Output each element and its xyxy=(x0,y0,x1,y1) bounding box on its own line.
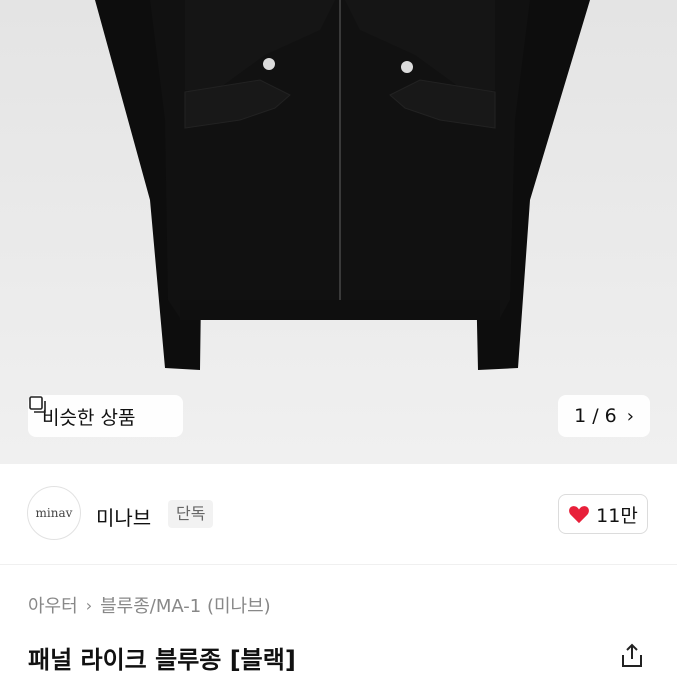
share-icon[interactable] xyxy=(618,642,646,670)
divider xyxy=(0,564,677,565)
similar-products-icon xyxy=(29,396,46,413)
heart-icon xyxy=(569,506,590,524)
similar-products-button[interactable]: 비슷한 상품 xyxy=(28,395,183,437)
exclusive-badge: 단독 xyxy=(168,500,214,528)
chevron-right-icon: › xyxy=(626,405,634,427)
product-image-carousel[interactable]: 비슷한 상품 1 / 6 › xyxy=(0,0,677,464)
image-counter-button[interactable]: 1 / 6 › xyxy=(558,395,650,437)
product-title: 패널 라이크 블루종 [블랙] xyxy=(28,646,296,674)
similar-products-label: 비슷한 상품 xyxy=(42,406,136,429)
like-count: 11만 xyxy=(596,504,638,527)
image-counter: 1 / 6 xyxy=(574,405,617,427)
breadcrumb: 아우터 › 블루종/MA-1 (미나브) xyxy=(28,592,271,618)
breadcrumb-subcategory[interactable]: 블루종/MA-1 (미나브) xyxy=(100,592,271,618)
brand-name[interactable]: 미나브 xyxy=(96,502,151,531)
brand-logo[interactable]: minav xyxy=(27,486,81,540)
like-button[interactable]: 11만 xyxy=(558,494,648,534)
breadcrumb-category[interactable]: 아우터 xyxy=(28,592,78,618)
brand-logo-text: minav xyxy=(35,506,73,520)
chevron-right-icon: › xyxy=(85,595,93,615)
brand-row: minav 미나브 단독 11만 xyxy=(0,464,677,564)
